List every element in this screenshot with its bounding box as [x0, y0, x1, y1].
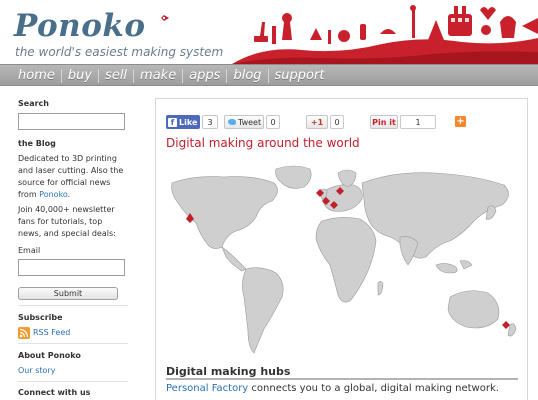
search-input[interactable]	[18, 113, 125, 130]
google-plus-count: 0	[330, 115, 344, 129]
about-heading: About Ponoko	[18, 351, 81, 360]
google-plus-button[interactable]: +1	[306, 115, 328, 129]
blog-description: Dedicated to 3D printing and laser cutti…	[18, 154, 124, 199]
google-plus-icon: +1	[310, 117, 324, 127]
header-banner-illustration	[232, 5, 538, 64]
social-share-bar: f Like 3 Tweet 0 +1 0 Pin it 1 +	[166, 115, 466, 129]
pinterest-icon: Pin it	[372, 117, 396, 127]
personal-factory-link[interactable]: Personal Factory	[166, 383, 248, 394]
tweet-count: 0	[266, 115, 280, 129]
world-map[interactable]	[164, 161, 520, 371]
add-share-button[interactable]: +	[455, 116, 466, 127]
rss-feed-link[interactable]: RSS Feed	[33, 327, 70, 339]
email-label: Email	[18, 246, 41, 255]
nav-sell[interactable]: sell	[99, 66, 133, 86]
nav-blog[interactable]: blog	[227, 66, 267, 86]
submit-button[interactable]: Submit	[18, 287, 118, 300]
subscribe-heading: Subscribe	[18, 313, 63, 322]
main-content: f Like 3 Tweet 0 +1 0 Pin it 1 + Digital…	[155, 98, 528, 400]
nav-home[interactable]: home	[12, 66, 61, 86]
hubs-heading: Digital making hubs	[166, 365, 291, 378]
sidebar: Search the Blog Dedicated to 3D printing…	[18, 98, 128, 400]
tagline: the world's easiest making system	[15, 45, 224, 59]
logo-mark-icon	[161, 15, 169, 21]
tweet-button[interactable]: Tweet	[224, 115, 264, 129]
blog-heading: the Blog	[18, 139, 56, 148]
newsletter-text: Join 40,000+ newsletter fans for tutoria…	[18, 205, 116, 238]
nav-buy[interactable]: buy	[62, 66, 98, 86]
pin-it-count: 1	[400, 115, 436, 129]
hubs-description: Personal Factory connects you to a globa…	[166, 383, 499, 394]
ponoko-link[interactable]: Ponoko	[39, 190, 68, 199]
email-field[interactable]	[18, 259, 125, 276]
nav-items: home buy sell make apps blog support	[12, 65, 330, 87]
nav-make[interactable]: make	[134, 66, 182, 86]
facebook-count: 3	[202, 115, 218, 129]
ponoko-logo[interactable]: Ponoko	[14, 8, 146, 44]
rss-feed-link-row[interactable]: RSS Feed	[18, 327, 128, 339]
search-heading: Search	[18, 99, 49, 108]
facebook-like-button[interactable]: f Like	[166, 115, 200, 129]
main-nav: home buy sell make apps blog support	[0, 64, 538, 86]
facebook-icon: f	[168, 117, 177, 127]
nav-support[interactable]: support	[269, 66, 331, 86]
rss-icon[interactable]	[18, 327, 30, 339]
our-story-link[interactable]: Our story	[18, 366, 55, 375]
hubs-divider	[166, 378, 518, 380]
pin-it-button[interactable]: Pin it	[370, 115, 398, 129]
site-header: Ponoko the world's easiest making system	[0, 0, 538, 64]
nav-apps[interactable]: apps	[183, 66, 226, 86]
twitter-icon	[228, 119, 236, 125]
map-title: Digital making around the world	[166, 136, 360, 150]
connect-heading: Connect with us	[18, 388, 91, 397]
